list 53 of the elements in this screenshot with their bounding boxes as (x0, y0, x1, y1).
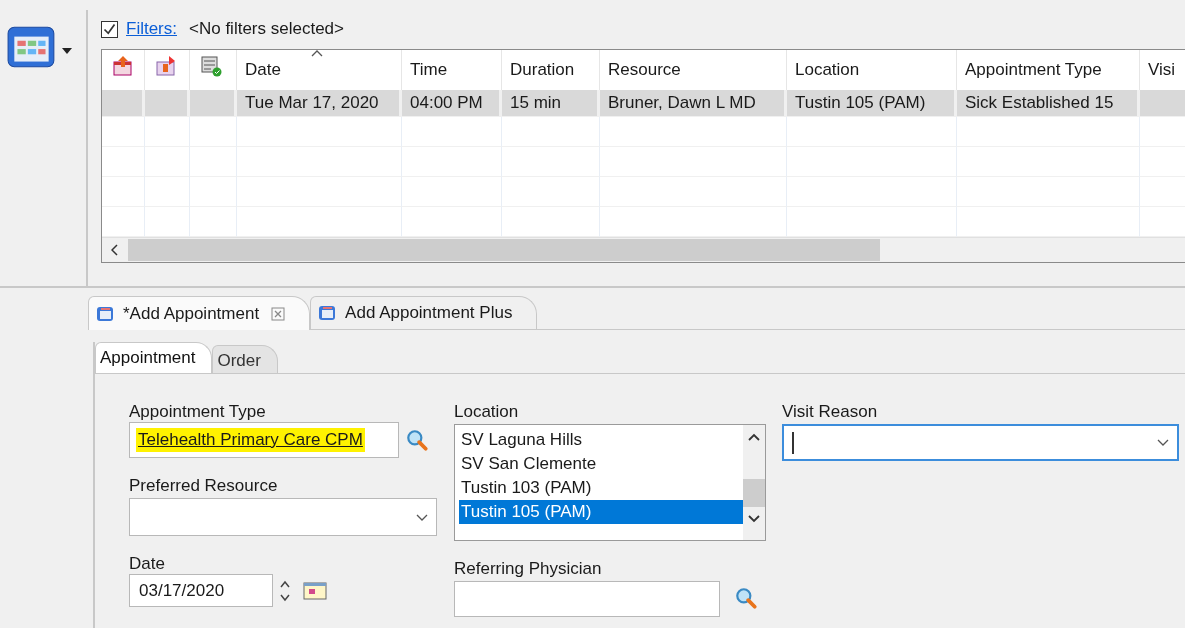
editor-tab[interactable]: Add Appointment Plus (310, 296, 538, 329)
calendar-arrow-icon[interactable] (112, 55, 134, 77)
search-icon[interactable] (734, 586, 758, 610)
field-label: Preferred Resource (129, 476, 278, 496)
table-cell: Sick Established 15 (957, 90, 1140, 117)
field-label: Referring Physician (454, 559, 602, 579)
table-cell: 04:00 PM (402, 90, 502, 117)
field-label: Date (129, 554, 165, 574)
filters-value: <No filters selected> (189, 19, 344, 39)
table-cell (102, 117, 145, 147)
editor-tab[interactable]: *Add Appointment (88, 296, 311, 330)
scroll-left-icon[interactable] (111, 244, 119, 256)
table-cell: 15 min (502, 90, 600, 117)
table-cell (102, 147, 145, 177)
table-cell (190, 117, 237, 147)
table-cell (145, 117, 190, 147)
scrollbar-thumb[interactable] (128, 239, 880, 261)
horizontal-scrollbar[interactable] (102, 237, 1185, 262)
form-tab[interactable]: Order (212, 345, 278, 373)
field-label: Visit Reason (782, 402, 878, 422)
list-check-icon[interactable] (200, 55, 222, 77)
referring-physician-field[interactable] (454, 581, 720, 617)
search-icon[interactable] (405, 428, 429, 452)
chevron-down-icon (1157, 439, 1169, 446)
preferred-resource-dropdown[interactable] (129, 498, 437, 536)
location-listbox[interactable]: SV Laguna Hills SV San Clemente Tustin 103 (PAM) Tustin 105 (PAM) (454, 424, 766, 541)
table-cell: Bruner, Dawn L MD (600, 90, 787, 117)
visit-reason-dropdown[interactable] (782, 424, 1179, 461)
table-cell (102, 177, 145, 207)
field-label: Location (454, 402, 519, 422)
field-label: Appointment Type (129, 402, 266, 422)
calendar-icon (317, 303, 338, 323)
filters-checkbox[interactable] (101, 20, 118, 38)
list-item[interactable]: Tustin 103 (PAM) (459, 476, 743, 500)
form-tab[interactable]: Appointment (95, 342, 213, 373)
chevron-down-icon (416, 513, 428, 521)
list-item[interactable]: SV Laguna Hills (459, 428, 743, 452)
scroll-up-icon[interactable] (748, 433, 760, 441)
calendar-arrow-icon[interactable] (155, 55, 177, 77)
list-item[interactable]: Tustin 105 (PAM) (459, 500, 743, 524)
list-item[interactable]: SV San Clemente (459, 452, 743, 476)
close-icon[interactable] (271, 306, 286, 321)
calendar-icon[interactable] (303, 581, 327, 600)
filters-link[interactable]: Filters: (126, 19, 177, 39)
dropdown-caret-icon[interactable] (62, 48, 72, 54)
scrollbar-thumb[interactable] (743, 479, 765, 507)
table-row[interactable]: Tue Mar 17, 2020 04:00 PM 15 min Bruner, Dawn L MD Tustin 105 (PAM) Sick Established 15 (102, 90, 1185, 117)
sort-ascending-icon (311, 50, 323, 57)
date-field[interactable]: 03/17/2020 (129, 574, 273, 607)
scroll-down-icon[interactable] (748, 515, 760, 523)
table-cell: Tue Mar 17, 2020 (237, 90, 402, 117)
table-cell: Tustin 105 (PAM) (787, 90, 957, 117)
appointment-type-field[interactable]: Telehealth Primary Care CPM (129, 422, 399, 458)
